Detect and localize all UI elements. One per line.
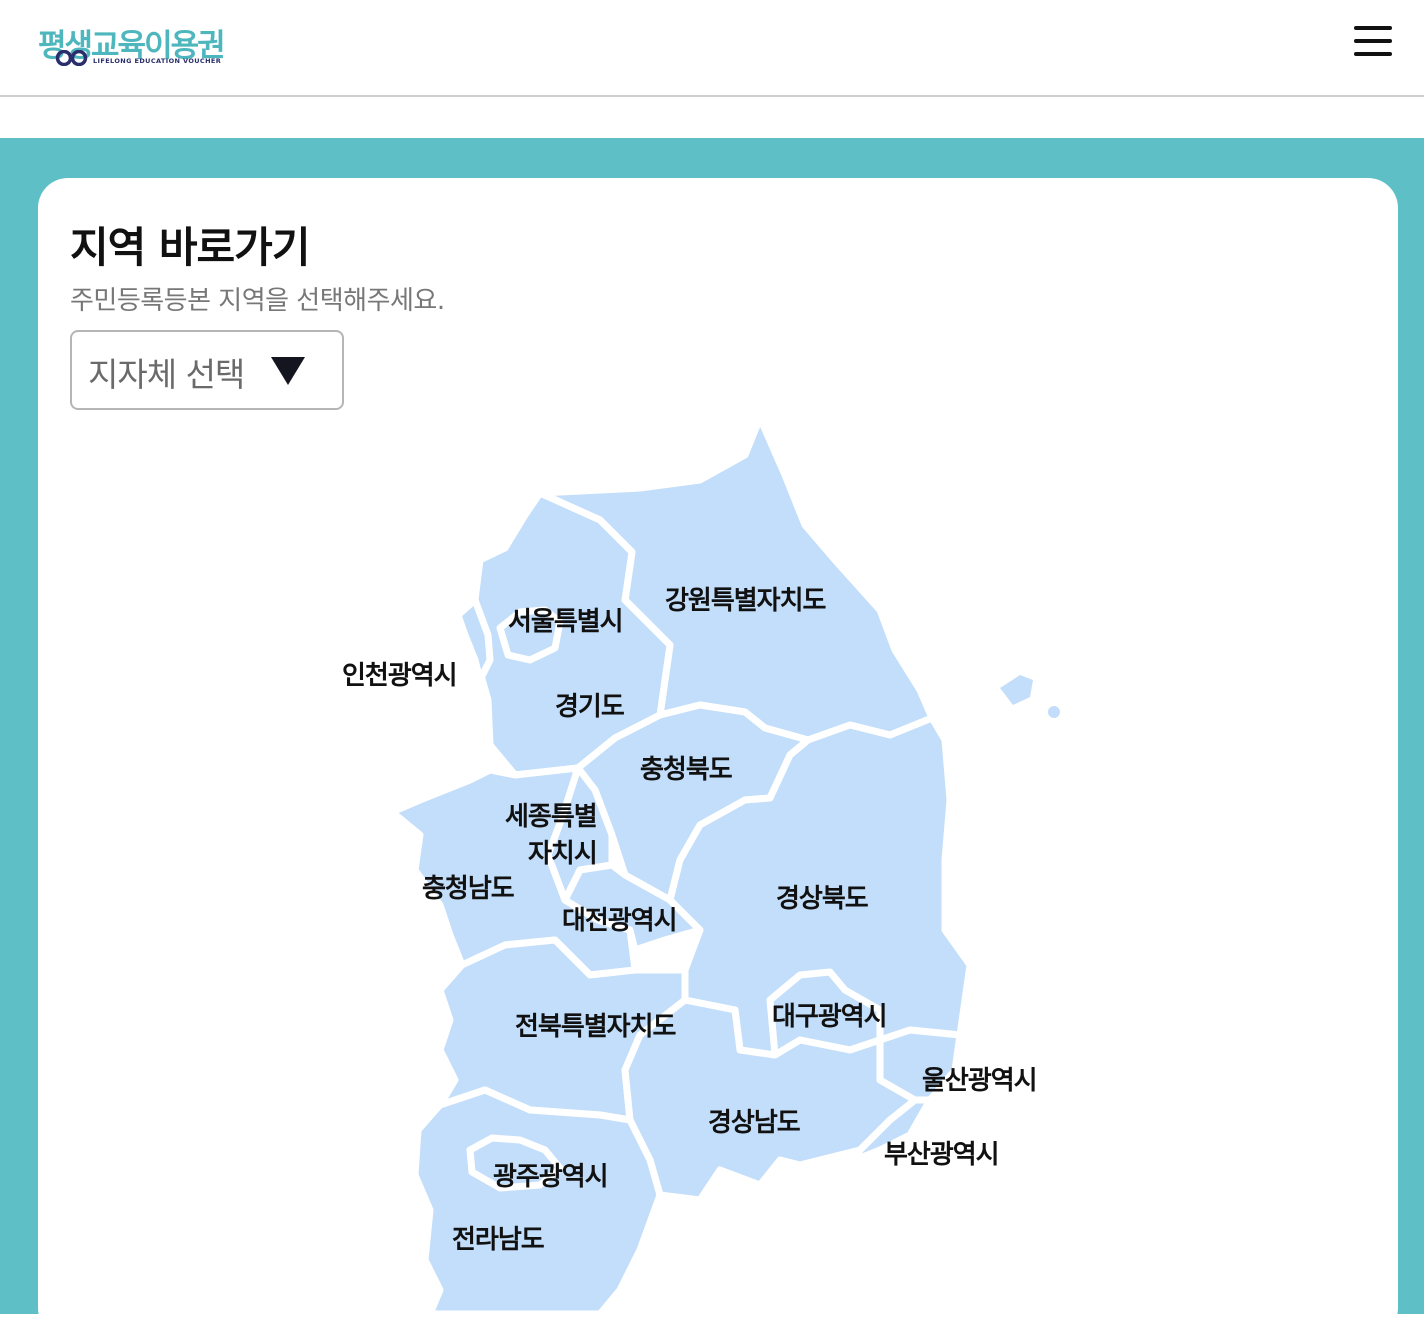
triangle-down-icon bbox=[271, 357, 305, 385]
site-header: 평생교육이용권 LIFELONG EDUCATION VOUCHER bbox=[0, 0, 1424, 97]
select-placeholder: 지자체 선택 bbox=[88, 355, 245, 394]
region-jeonnam[interactable] bbox=[411, 1086, 664, 1314]
hamburger-menu-icon[interactable] bbox=[1354, 26, 1392, 58]
municipality-select[interactable]: 지자체 선택 bbox=[70, 330, 344, 410]
section-title: 지역 바로가기 bbox=[70, 223, 310, 272]
island-dokdo bbox=[1048, 706, 1060, 718]
infinity-icon bbox=[55, 50, 88, 66]
logo-subtitle: LIFELONG EDUCATION VOUCHER bbox=[93, 57, 222, 65]
section-subtitle: 주민등록등본 지역을 선택해주세요. bbox=[70, 286, 445, 316]
region-seoul[interactable] bbox=[496, 606, 564, 664]
site-logo[interactable]: 평생교육이용권 LIFELONG EDUCATION VOUCHER bbox=[36, 20, 226, 70]
